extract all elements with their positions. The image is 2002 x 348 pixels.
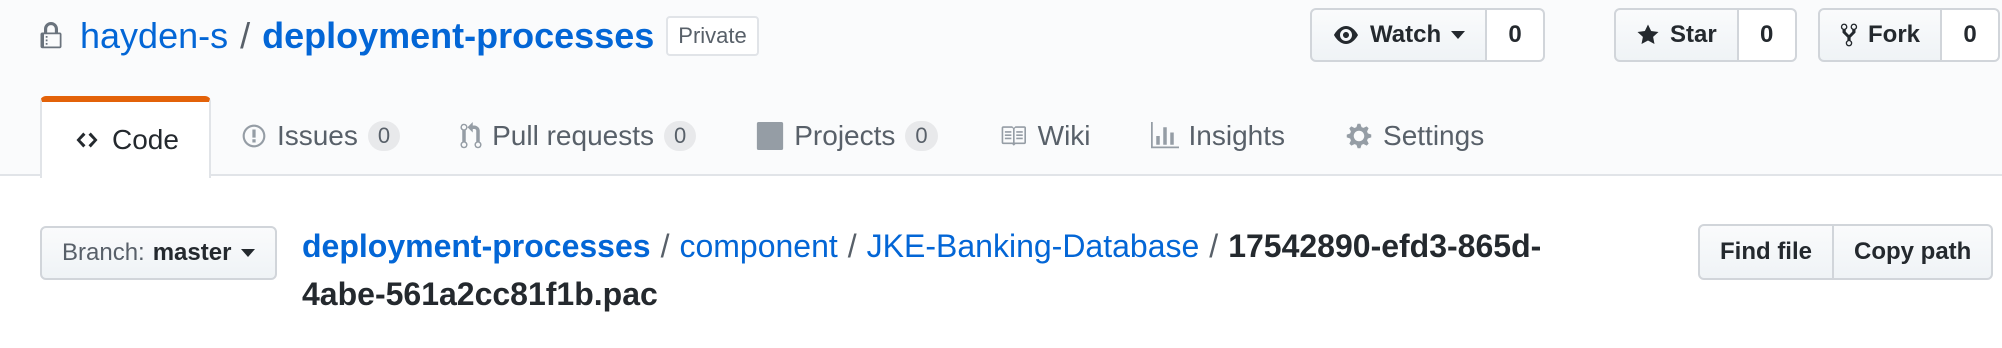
find-file-button[interactable]: Find file [1698,224,1834,280]
tab-insights[interactable]: Insights [1121,96,1316,176]
pull-request-icon [460,122,482,150]
tab-insights-label: Insights [1188,120,1286,151]
tab-projects[interactable]: Projects 0 [726,96,967,176]
eye-icon [1334,26,1358,44]
star-group: Star 0 [1614,8,1797,62]
breadcrumb-link-jke-banking-database[interactable]: JKE-Banking-Database [867,228,1200,264]
watch-count[interactable]: 0 [1487,8,1546,62]
tab-code[interactable]: Code [40,96,211,178]
repo-header: hayden-s / deployment-processes Private … [0,0,2002,178]
tab-projects-label: Projects [794,120,896,151]
projects-counter: 0 [905,121,938,151]
project-icon [756,122,784,150]
lock-icon [40,20,66,52]
issue-icon [241,123,267,149]
fork-group: Fork 0 [1818,8,2001,62]
star-label: Star [1670,21,1717,48]
star-icon [1637,24,1659,44]
file-action-group: Find file Copy path [1698,224,1994,280]
fork-icon [1840,23,1858,47]
tab-issues-label: Issues [276,120,358,151]
breadcrumb-separator: / [847,228,857,264]
book-icon [998,123,1028,149]
gear-icon [1345,122,1373,150]
tab-issues[interactable]: Issues 0 [211,96,430,176]
issues-counter: 0 [367,121,401,151]
tab-pull-requests[interactable]: Pull requests 0 [430,96,726,176]
repo-title: hayden-s / deployment-processes Private [40,10,759,62]
fork-label: Fork [1868,21,1921,48]
breadcrumb-link-component[interactable]: component [679,228,837,264]
repo-name-link[interactable]: deployment-processes [262,15,654,57]
pull-requests-counter: 0 [664,121,697,151]
watch-group: Watch 0 [1310,8,1546,62]
code-icon [72,128,102,152]
copy-path-button[interactable]: Copy path [1834,224,1994,280]
chevron-down-icon [1451,31,1466,39]
star-button[interactable]: Star [1614,8,1739,62]
branch-name: master [152,239,232,266]
watch-button[interactable]: Watch [1310,8,1488,62]
tab-code-label: Code [112,124,179,155]
breadcrumb-separator: / [1209,228,1219,264]
fork-button[interactable]: Fork [1818,8,1943,62]
watch-label: Watch [1370,21,1442,48]
tab-pull-requests-label: Pull requests [492,120,654,151]
title-separator: / [240,15,251,56]
tab-wiki[interactable]: Wiki [968,96,1121,176]
branch-select-button[interactable]: Branch: master [40,226,278,280]
repo-nav-tabs: Code Issues 0 Pull requests 0 Projects 0 [40,96,1514,178]
tab-wiki-label: Wiki [1037,120,1091,151]
fork-count[interactable]: 0 [1942,8,2001,62]
graph-icon [1150,122,1179,150]
star-count[interactable]: 0 [1738,8,1797,62]
repo-owner-link[interactable]: hayden-s [80,15,228,57]
breadcrumb-root-link[interactable]: deployment-processes [302,228,651,264]
private-badge: Private [666,16,759,56]
branch-prefix: Branch: [62,239,145,266]
breadcrumb: deployment-processes / component / JKE-Banki… [302,222,1602,318]
tab-settings-label: Settings [1383,120,1485,151]
chevron-down-icon [241,249,256,257]
breadcrumb-separator: / [660,228,670,264]
tab-settings[interactable]: Settings [1315,96,1514,176]
